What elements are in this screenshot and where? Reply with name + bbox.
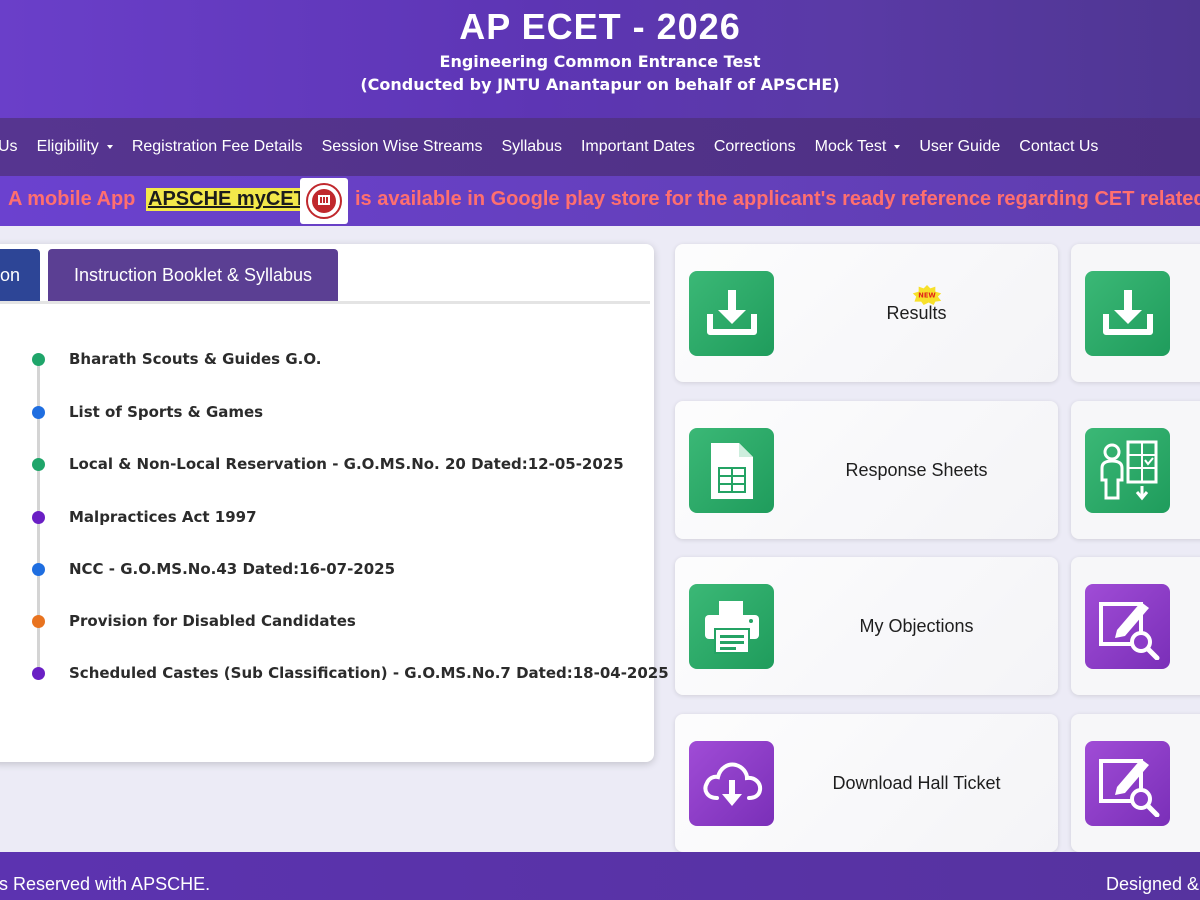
- timeline-item[interactable]: List of Sports & Games: [0, 400, 640, 424]
- caret-down-icon: [106, 145, 113, 149]
- card-label: Download Hall Ticket: [832, 772, 1001, 793]
- main-nav: Us Eligibility Registration Fee Details …: [0, 118, 1200, 176]
- card-download-hall-ticket[interactable]: Download Hall Ticket: [675, 714, 1058, 852]
- card-edit-search-2[interactable]: [1071, 714, 1200, 852]
- tab-instruction-booklet[interactable]: Instruction Booklet & Syllabus: [48, 249, 338, 302]
- timeline-dot-icon: [32, 563, 45, 576]
- caret-down-icon: [894, 145, 901, 149]
- timeline-item[interactable]: Provision for Disabled Candidates: [0, 609, 640, 633]
- printer-icon: [689, 584, 774, 669]
- download-icon: [689, 271, 774, 356]
- timeline-item-text: Bharath Scouts & Guides G.O.: [69, 350, 322, 368]
- nav-item-registration-fee[interactable]: Registration Fee Details: [132, 138, 303, 156]
- new-badge: NEW: [912, 284, 942, 306]
- timeline-item-text: List of Sports & Games: [69, 403, 264, 421]
- marquee-prefix: A mobile App: [8, 188, 136, 210]
- timeline-item[interactable]: Scheduled Castes (Sub Classification) - …: [0, 661, 669, 685]
- announcement-marquee: A mobile App APSCHE myCET is available i…: [0, 176, 1200, 226]
- page-subtitle: Engineering Common Entrance Test: [439, 52, 761, 71]
- timeline-dot-icon: [32, 458, 45, 471]
- nav-item-corrections[interactable]: Corrections: [714, 138, 796, 156]
- timeline-item-text: Malpractices Act 1997: [69, 508, 257, 526]
- card-results[interactable]: Results: [675, 244, 1058, 382]
- timeline-item-text: NCC - G.O.MS.No.43 Dated:16-07-2025: [69, 560, 396, 578]
- marquee-suffix: is available in Google play store for th…: [355, 188, 1200, 210]
- nav-item-syllabus[interactable]: Syllabus: [502, 138, 562, 156]
- nav-item-contact-us[interactable]: Contact Us: [1019, 138, 1098, 156]
- tab-divider: [0, 301, 650, 304]
- timeline-item[interactable]: Malpractices Act 1997: [0, 505, 640, 529]
- download-icon: [1085, 271, 1170, 356]
- timeline-item[interactable]: NCC - G.O.MS.No.43 Dated:16-07-2025: [0, 557, 640, 581]
- app-logo-icon[interactable]: [300, 178, 348, 224]
- timeline-item[interactable]: Local & Non-Local Reservation - G.O.MS.N…: [0, 452, 640, 476]
- card-user-selection[interactable]: [1071, 401, 1200, 539]
- card-label: My Objections: [859, 615, 974, 636]
- app-link[interactable]: APSCHE myCET: [146, 188, 308, 211]
- nav-item-eligibility[interactable]: Eligibility: [37, 138, 113, 156]
- timeline-dot-icon: [32, 353, 45, 366]
- card-my-objections[interactable]: My Objections: [675, 557, 1058, 695]
- edit-search-icon: [1085, 584, 1170, 669]
- page-subtitle-conducted-by: (Conducted by JNTU Anantapur on behalf o…: [360, 75, 840, 94]
- timeline-dot-icon: [32, 615, 45, 628]
- timeline-item-text: Scheduled Castes (Sub Classification) - …: [69, 664, 669, 682]
- spreadsheet-icon: [689, 428, 774, 513]
- timeline-dot-icon: [32, 406, 45, 419]
- site-header: AP ECET - 2026 Engineering Common Entran…: [0, 0, 1200, 118]
- footer-copyright: ts Reserved with APSCHE.: [0, 874, 211, 894]
- card-edit-search-1[interactable]: [1071, 557, 1200, 695]
- nav-item-about-us[interactable]: Us: [0, 138, 18, 156]
- footer-designed-by: Designed &: [1106, 874, 1200, 894]
- card-label: Response Sheets: [845, 459, 988, 480]
- page-title: AP ECET - 2026: [459, 6, 741, 47]
- cloud-download-icon: [689, 741, 774, 826]
- card-download-secondary[interactable]: [1071, 244, 1200, 382]
- site-footer: ts Reserved with APSCHE. Designed &: [0, 852, 1200, 900]
- user-grid-icon: [1085, 428, 1170, 513]
- card-label: Results: [886, 302, 947, 323]
- card-response-sheets[interactable]: Response Sheets: [675, 401, 1058, 539]
- tab-notification[interactable]: on: [0, 249, 40, 302]
- timeline-dot-icon: [32, 511, 45, 524]
- nav-item-mock-test[interactable]: Mock Test: [815, 138, 901, 156]
- timeline-item-text: Local & Non-Local Reservation - G.O.MS.N…: [69, 455, 624, 473]
- timeline-item-text: Provision for Disabled Candidates: [69, 612, 356, 630]
- timeline-dot-icon: [32, 667, 45, 680]
- nav-item-session-wise-streams[interactable]: Session Wise Streams: [322, 138, 483, 156]
- timeline-item[interactable]: Bharath Scouts & Guides G.O.: [0, 347, 640, 371]
- edit-search-icon: [1085, 741, 1170, 826]
- nav-item-important-dates[interactable]: Important Dates: [581, 138, 695, 156]
- nav-item-user-guide[interactable]: User Guide: [919, 138, 1000, 156]
- new-badge-text: NEW: [918, 292, 936, 300]
